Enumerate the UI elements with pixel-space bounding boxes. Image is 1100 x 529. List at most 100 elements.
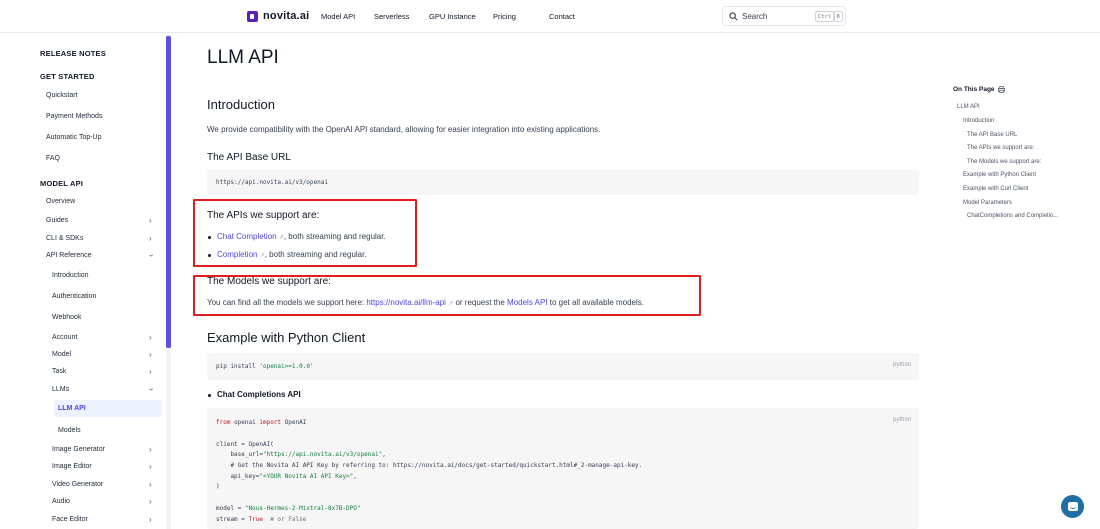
toc-item-llm-api[interactable]: LLM API: [957, 104, 980, 110]
chevron-down-icon[interactable]: ›: [147, 254, 156, 257]
toc-item-introduction[interactable]: Introduction: [963, 118, 994, 124]
novita-logo-icon: [247, 10, 258, 22]
api-item-chat-completion-text: , both streaming and regular.: [283, 232, 386, 241]
brand-name: novita.ai: [263, 10, 310, 22]
sidebar-item-image-generator[interactable]: Image Generator: [52, 446, 105, 453]
models-text-3: to get all available models.: [547, 298, 644, 307]
chevron-right-icon[interactable]: ›: [149, 445, 152, 454]
print-icon[interactable]: [998, 86, 1006, 93]
nav-pricing[interactable]: Pricing: [493, 12, 516, 21]
llm-api-link[interactable]: https://novita.ai/llm-api: [366, 298, 446, 307]
models-paragraph: You can find all the models we support h…: [207, 298, 644, 307]
search-placeholder: Search: [742, 11, 768, 21]
code-line-comment: # Get the Novita AI API Key by referring…: [216, 462, 643, 469]
toc-item-apis[interactable]: The APIs we support are:: [967, 145, 1034, 151]
toc-title: On This Page: [953, 86, 1006, 93]
sidebar-item-payment-methods[interactable]: Payment Methods: [46, 113, 102, 120]
sidebar-section-model-api: MODEL API: [40, 179, 84, 188]
search-icon: [729, 11, 738, 20]
sidebar-item-model[interactable]: Model: [52, 351, 71, 358]
nav-contact[interactable]: Contact: [549, 12, 575, 21]
chevron-right-icon[interactable]: ›: [149, 367, 152, 376]
code-block-python-example[interactable]: python from openai import OpenAI client …: [207, 408, 919, 529]
chevron-right-icon[interactable]: ›: [149, 350, 152, 359]
chevron-right-icon[interactable]: ›: [149, 462, 152, 471]
section-heading-introduction: Introduction: [207, 97, 275, 112]
intro-paragraph: We provide compatibility with the OpenAI…: [207, 125, 601, 134]
sidebar-item-llm-api[interactable]: LLM API: [58, 405, 86, 412]
api-item-chat-completion: Chat Completion ↗, both streaming and re…: [217, 232, 386, 241]
subheading-base-url: The API Base URL: [207, 152, 291, 163]
sidebar-item-faq[interactable]: FAQ: [46, 155, 60, 162]
section-heading-python-client: Example with Python Client: [207, 330, 366, 345]
chat-completion-link[interactable]: Chat Completion: [217, 232, 277, 241]
code-line-api-key: api_key="<YOUR Novita AI API Key>",: [216, 473, 357, 480]
pip-install-code: pip install 'openai>=1.0.0': [216, 363, 314, 370]
sidebar-item-introduction[interactable]: Introduction: [52, 272, 89, 279]
search-box[interactable]: Search Ctrl K: [722, 6, 846, 26]
sidebar-item-authentication[interactable]: Authentication: [52, 293, 96, 300]
bullet-point: [208, 394, 211, 397]
chevron-down-icon[interactable]: ›: [147, 388, 156, 391]
chevron-right-icon[interactable]: ›: [149, 333, 152, 342]
brand-logo[interactable]: novita.ai: [247, 10, 309, 22]
sidebar-item-account[interactable]: Account: [52, 334, 77, 341]
sidebar-item-image-editor[interactable]: Image Editor: [52, 463, 92, 470]
subheading-chat-completions-api: Chat Completions API: [217, 390, 301, 399]
sidebar-item-overview[interactable]: Overview: [46, 198, 75, 205]
sidebar-item-task[interactable]: Task: [52, 368, 66, 375]
toc-item-models[interactable]: The Models we support are:: [967, 159, 1041, 165]
sidebar-release-notes[interactable]: RELEASE NOTES: [40, 49, 106, 58]
subheading-models: The Models we support are:: [207, 276, 331, 287]
top-navbar: novita.ai Model API Serverless GPU Insta…: [0, 0, 1100, 33]
models-api-link[interactable]: Models API: [507, 298, 547, 307]
sidebar-item-video-generator[interactable]: Video Generator: [52, 481, 103, 488]
chevron-right-icon[interactable]: ›: [149, 480, 152, 489]
sidebar-item-quickstart[interactable]: Quickstart: [46, 92, 78, 99]
code-line-stream: stream = True # or False: [216, 516, 307, 523]
nav-serverless[interactable]: Serverless: [374, 12, 409, 21]
sidebar-item-auto-topup[interactable]: Automatic Top-Up: [46, 134, 102, 141]
sidebar-item-cli-sdks[interactable]: CLI & SDKs: [46, 235, 83, 242]
api-item-completion-text: , both streaming and regular.: [264, 250, 367, 259]
code-line-import: from openai import OpenAI: [216, 419, 307, 426]
sidebar-item-webhook[interactable]: Webhook: [52, 314, 81, 321]
chevron-right-icon[interactable]: ›: [149, 234, 152, 243]
sidebar: [0, 34, 172, 529]
chevron-right-icon[interactable]: ›: [149, 515, 152, 524]
bullet-point: [208, 236, 211, 239]
chevron-right-icon[interactable]: ›: [149, 497, 152, 506]
code-line-model: model = "Nous-Hermes-2-Mixtral-8x7B-DPO": [216, 505, 361, 512]
toc-item-curl-client[interactable]: Example with Curl Client: [963, 186, 1028, 192]
toc-item-base-url[interactable]: The API Base URL: [967, 132, 1017, 138]
code-language-label: python: [893, 362, 912, 368]
shortcut-k-key: K: [834, 11, 843, 22]
toc-item-python-client[interactable]: Example with Python Client: [963, 172, 1036, 178]
models-text-2: or request the: [453, 298, 508, 307]
sidebar-scrollbar-thumb[interactable]: [166, 36, 171, 348]
code-block-pip-install[interactable]: pip install 'openai>=1.0.0' python: [207, 353, 919, 380]
code-line-base-url: base_url="https://api.novita.ai/v3/opena…: [216, 451, 386, 458]
sidebar-section-get-started: GET STARTED: [40, 72, 95, 81]
sidebar-item-models[interactable]: Models: [58, 427, 81, 434]
code-language-label: python: [893, 417, 912, 423]
sidebar-item-api-reference[interactable]: API Reference: [46, 252, 92, 259]
sidebar-item-guides[interactable]: Guides: [46, 217, 68, 224]
code-block-base-url: https://api.novita.ai/v3/openai: [207, 170, 919, 195]
models-text-1: You can find all the models we support h…: [207, 298, 367, 307]
nav-gpu-instance[interactable]: GPU Instance: [429, 12, 476, 21]
api-item-completion: Completion ↗, both streaming and regular…: [217, 250, 367, 259]
sidebar-item-audio[interactable]: Audio: [52, 498, 70, 505]
sidebar-item-face-editor[interactable]: Face Editor: [52, 516, 88, 523]
chevron-right-icon[interactable]: ›: [149, 216, 152, 225]
chat-icon: [1067, 502, 1078, 511]
code-line-client: client = OpenAI(: [216, 441, 274, 448]
toc-item-model-parameters[interactable]: Model Parameters: [963, 200, 1012, 206]
code-line-close: ): [216, 483, 220, 490]
nav-model-api[interactable]: Model API: [321, 12, 355, 21]
toc-item-chatcompletions[interactable]: ChatCompletions and Completio...: [967, 213, 1058, 219]
chat-support-button[interactable]: [1061, 495, 1084, 518]
sidebar-item-llms[interactable]: LLMs: [52, 386, 69, 393]
completion-link[interactable]: Completion: [217, 250, 257, 259]
base-url-code: https://api.novita.ai/v3/openai: [216, 179, 328, 186]
